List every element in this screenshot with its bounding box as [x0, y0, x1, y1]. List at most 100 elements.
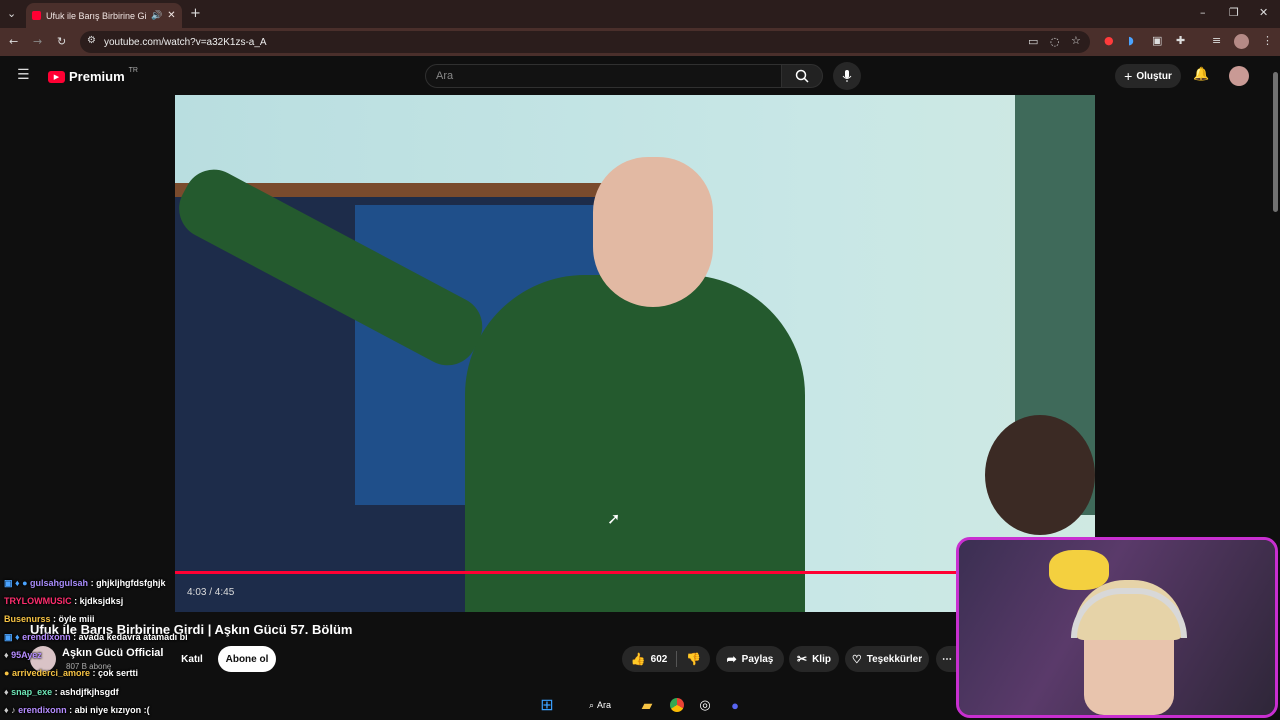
- more-actions-button[interactable]: ⋯: [936, 646, 958, 672]
- chat-line: TRYLOWMUSIC : kjdksjdksj: [4, 596, 124, 606]
- back-icon[interactable]: ←: [9, 35, 18, 48]
- app-icon[interactable]: ◎: [694, 694, 716, 716]
- address-bar-row: ← → ↻ ⚙ youtube.com/watch?v=a32K1zs-a_A …: [0, 28, 1280, 56]
- share-label: Paylaş: [741, 653, 774, 665]
- chat-user: gulsahgulsah: [30, 578, 89, 588]
- minimize-icon[interactable]: –: [1200, 6, 1206, 19]
- browser-tab[interactable]: Ufuk ile Barış Birbirine Girdi 🔊 ✕: [26, 3, 182, 28]
- subscribe-button[interactable]: Abone ol: [218, 646, 276, 672]
- close-window-icon[interactable]: ✕: [1259, 6, 1268, 19]
- scrollbar-thumb[interactable]: [1273, 72, 1278, 212]
- reload-icon[interactable]: ↻: [57, 35, 66, 48]
- extensions-puzzle-icon[interactable]: ✚: [1176, 34, 1185, 47]
- video-subject-sweater: [465, 275, 805, 612]
- video-time: 4:03 / 4:45: [187, 587, 235, 598]
- page-scrollbar[interactable]: [1270, 60, 1280, 680]
- audio-icon[interactable]: 🔊: [151, 10, 162, 21]
- profile-avatar[interactable]: [1234, 34, 1249, 49]
- like-icon[interactable]: 👍: [631, 652, 646, 666]
- search-icon: ⌕: [588, 699, 595, 710]
- share-button[interactable]: ➦ Paylaş: [716, 646, 784, 672]
- logo-text: Premium: [69, 69, 125, 84]
- search-input[interactable]: Ara: [425, 64, 782, 88]
- chat-msg: abi niye kızıyon :(: [74, 705, 150, 715]
- tab-list-icon[interactable]: ⌄: [7, 7, 16, 20]
- chat-user: TRYLOWMUSIC: [4, 596, 72, 606]
- chrome-icon[interactable]: [666, 694, 688, 716]
- chat-user: arrivederci_amore: [11, 668, 90, 678]
- search-icon: [795, 69, 809, 83]
- streamer-webcam: [956, 537, 1278, 718]
- video-player[interactable]: ➚ 4:03 / 4:45: [175, 95, 1095, 612]
- hamburger-menu-icon[interactable]: ☰: [17, 67, 30, 83]
- notifications-bell-icon[interactable]: 🔔: [1193, 67, 1209, 82]
- windows-start-icon[interactable]: ⊞: [536, 694, 558, 716]
- site-info-icon[interactable]: ⚙: [87, 35, 96, 46]
- discord-icon[interactable]: ●: [724, 694, 746, 716]
- chat-user: snap_exe: [11, 687, 53, 697]
- chat-msg: ghjkljhgfdsfghjk: [96, 578, 166, 588]
- chat-user: 95Ayez: [11, 650, 42, 660]
- divider: [676, 651, 678, 667]
- menu-kebab-icon[interactable]: ⋮: [1262, 34, 1273, 47]
- new-tab-icon[interactable]: +: [190, 6, 201, 21]
- progress-fill: [175, 571, 960, 574]
- taskbar-search[interactable]: ⌕ Ara: [582, 694, 618, 716]
- chat-msg: avada kedavra atamadı bi: [78, 632, 188, 642]
- chat-line: ♦ ♪ erendixonn : abi niye kızıyon :(: [4, 705, 150, 715]
- dislike-icon[interactable]: 👎: [686, 652, 701, 666]
- thanks-heart-icon: ♡: [851, 653, 862, 666]
- chat-msg: kjdksjdksj: [79, 596, 124, 606]
- chat-user: erendixonn: [22, 632, 71, 642]
- join-button[interactable]: Katıl: [172, 646, 212, 672]
- chat-msg: ashdjfkjhsgdf: [60, 687, 119, 697]
- voice-search-button[interactable]: [833, 62, 861, 90]
- media-control-icon[interactable]: ≡: [1212, 34, 1221, 47]
- chat-msg: çok sertti: [98, 668, 139, 678]
- chat-line: ▣ ♦ erendixonn : avada kedavra atamadı b…: [4, 632, 188, 642]
- microphone-icon: [842, 70, 852, 82]
- url-field[interactable]: ⚙ youtube.com/watch?v=a32K1zs-a_A ▭ ◌ ☆: [80, 31, 1090, 53]
- forward-icon[interactable]: →: [33, 35, 42, 48]
- more-icon: ⋯: [942, 653, 952, 665]
- channel-name[interactable]: Aşkın Gücü Official: [62, 647, 163, 659]
- thanks-label: Teşekkürler: [866, 653, 923, 665]
- search-button[interactable]: [781, 64, 823, 88]
- tab-title: Ufuk ile Barış Birbirine Girdi: [46, 10, 146, 21]
- chat-msg: öyle miii: [58, 614, 95, 624]
- extension-icon[interactable]: ▣: [1152, 34, 1162, 47]
- tab-close-icon[interactable]: ✕: [167, 10, 175, 21]
- windows-taskbar: ⊞ ⌕ Ara ▰ ◎ ●: [530, 690, 760, 720]
- chat-line: ● arrivederci_amore : çok sertti: [4, 668, 139, 678]
- share-icon: ➦: [726, 652, 737, 666]
- thanks-button[interactable]: ♡ Teşekkürler: [845, 646, 929, 672]
- eye-off-icon[interactable]: ◌: [1050, 35, 1060, 48]
- youtube-logo[interactable]: ▶ Premium TR: [48, 67, 138, 84]
- youtube-play-logo-icon: ▶: [48, 70, 65, 83]
- video-scene-person: [985, 415, 1095, 535]
- youtube-favicon-icon: [32, 11, 41, 20]
- chat-user: Busenurss: [4, 614, 51, 624]
- mouse-cursor-icon: ➚: [607, 511, 621, 528]
- scissors-icon: ✂: [797, 652, 808, 666]
- plus-icon: +: [1124, 68, 1133, 84]
- install-icon[interactable]: ▭: [1028, 35, 1038, 48]
- chat-line: ▣ ♦ ● gulsahgulsah : ghjkljhgfdsfghjk: [4, 578, 166, 588]
- bookmark-star-icon[interactable]: ☆: [1071, 34, 1081, 47]
- restore-icon[interactable]: ❐: [1229, 6, 1239, 19]
- like-count[interactable]: 602: [651, 654, 668, 665]
- account-avatar[interactable]: [1229, 66, 1249, 86]
- subscribe-label: Abone ol: [225, 653, 269, 665]
- extension-blue-icon[interactable]: ◗: [1128, 34, 1134, 47]
- create-button[interactable]: + Oluştur: [1115, 64, 1181, 88]
- file-explorer-icon[interactable]: ▰: [636, 694, 658, 716]
- search-placeholder: Ara: [436, 70, 454, 82]
- extension-red-icon[interactable]: ●: [1104, 34, 1114, 47]
- url-text: youtube.com/watch?v=a32K1zs-a_A: [104, 36, 267, 48]
- badge-icon: ●: [4, 668, 12, 678]
- youtube-header: ☰ ▶ Premium TR Ara + Oluştur 🔔: [0, 56, 1280, 96]
- create-label: Oluştur: [1136, 70, 1172, 82]
- browser-tab-bar: ⌄ Ufuk ile Barış Birbirine Girdi 🔊 ✕ + –…: [0, 0, 1280, 28]
- like-dislike-group: 👍 602 👎: [622, 646, 710, 672]
- clip-button[interactable]: ✂ Klip: [789, 646, 839, 672]
